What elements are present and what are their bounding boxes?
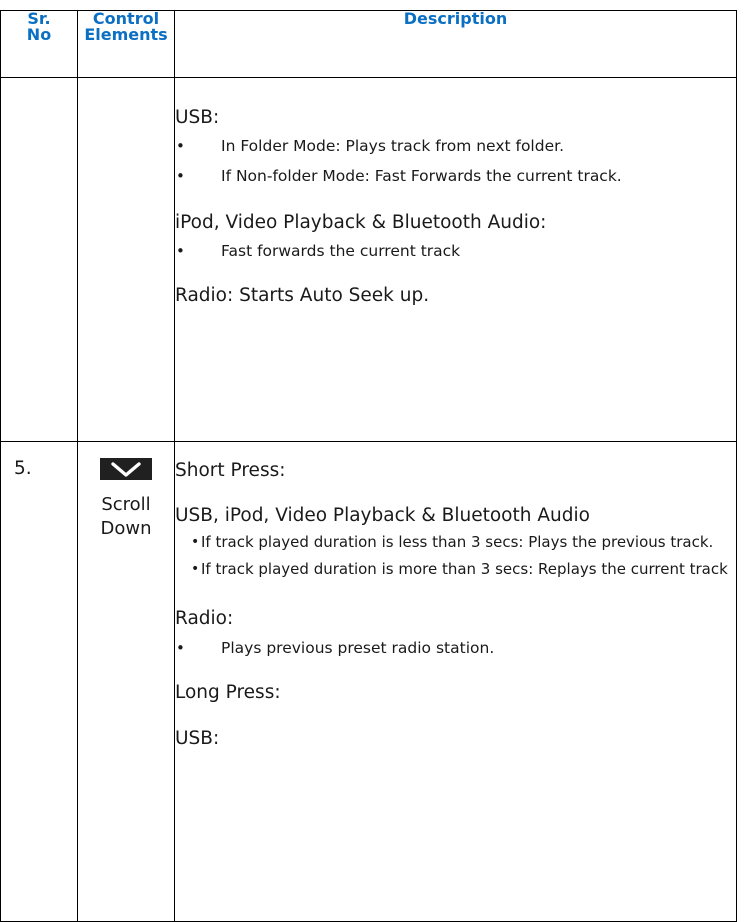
radio-text: Radio: Starts Auto Seek up. — [175, 285, 430, 306]
radio-title: Radio: — [175, 608, 234, 629]
header-sr-no: Sr. No — [0, 10, 78, 78]
control-label: Scroll Down — [100, 494, 152, 539]
list-item: • If Non-folder Mode: Fast Forwards the c… — [176, 167, 622, 185]
usb-ipod-title: USB, iPod, Video Playback & Bluetooth Au… — [175, 505, 590, 526]
long-press-usb-title: USB: — [175, 728, 220, 749]
usb-ipod-list: • If track played duration is less than 3… — [175, 532, 736, 579]
long-press-title: Long Press: — [175, 682, 281, 703]
sr-cell: 5. — [0, 441, 78, 922]
list-item: • Fast forwards the current track — [176, 242, 461, 260]
description-cell: USB: • In Folder Mode: Plays track from n… — [174, 77, 737, 442]
list-item: • If track played duration is more than 3… — [191, 560, 728, 578]
list-item: • Plays previous preset radio station. — [176, 639, 495, 657]
description-cell: Short Press: USB, iPod, Video Playback &… — [174, 441, 737, 922]
sr-cell-empty — [0, 77, 78, 442]
ipod-title: iPod, Video Playback & Bluetooth Audio: — [175, 212, 547, 233]
list-item: • In Folder Mode: Plays track from next f… — [176, 137, 564, 155]
chevron-down-icon — [100, 458, 152, 480]
list-item: • If track played duration is less than 3… — [191, 533, 714, 551]
header-description: Description — [174, 10, 737, 78]
row-number: 5. — [14, 458, 32, 479]
control-cell: Scroll Down — [77, 441, 175, 922]
table-row: 5. Scroll Down Short Press: USB, iPod, V… — [0, 441, 737, 922]
control-cell-empty — [77, 77, 175, 442]
usb-list: • In Folder Mode: Plays track from next f… — [175, 135, 736, 187]
ipod-list: • Fast forwards the current track — [175, 240, 736, 262]
short-press-title: Short Press: — [175, 460, 286, 481]
table-header-row: Sr. No Control Elements Description — [0, 10, 737, 78]
table-row: USB: • In Folder Mode: Plays track from n… — [0, 77, 737, 442]
control-elements-table: Sr. No Control Elements Description USB:… — [0, 10, 737, 922]
radio-list: • Plays previous preset radio station. — [175, 637, 736, 659]
header-control-elements: Control Elements — [77, 10, 175, 78]
usb-title: USB: — [175, 107, 220, 128]
